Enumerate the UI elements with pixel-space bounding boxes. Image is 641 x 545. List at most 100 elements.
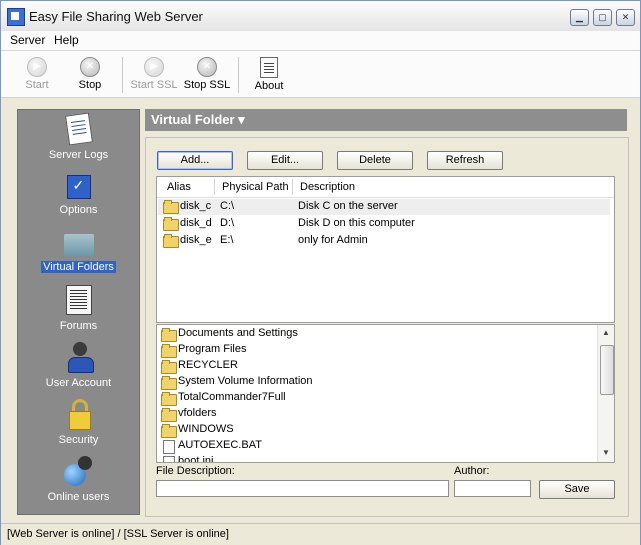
save-button[interactable]: Save [539, 480, 615, 499]
menu-server[interactable]: Server [10, 33, 45, 47]
list-item-label: WINDOWS [178, 423, 234, 435]
toolbar-separator [122, 57, 123, 93]
list-item-label: vfolders [178, 407, 217, 419]
sidebar-item-label: User Account [45, 377, 112, 389]
column-header-description[interactable]: Description [300, 181, 355, 193]
status-text: [Web Server is online] / [SSL Server is … [7, 528, 229, 540]
title-bar: Easy File Sharing Web Server ▁ ▢ ✕ [1, 1, 640, 31]
play-icon: ▶ [27, 57, 47, 77]
folder-icon [161, 360, 177, 374]
list-item[interactable]: System Volume Information [161, 374, 591, 390]
list-item-label: Documents and Settings [178, 327, 298, 339]
list-item-label: AUTOEXEC.BAT [178, 439, 262, 451]
online-users-icon [63, 456, 94, 486]
column-header-alias[interactable]: Alias [167, 181, 191, 193]
toolbar-separator [238, 57, 239, 93]
list-item-label: Program Files [178, 343, 247, 355]
file-icon [163, 456, 175, 462]
menu-help[interactable]: Help [54, 33, 79, 47]
sidebar-item-online-users[interactable]: Online users [18, 456, 139, 512]
column-divider[interactable] [214, 179, 215, 195]
close-button[interactable]: ✕ [616, 9, 635, 26]
folder-icon [163, 217, 179, 231]
stop-ssl-icon: ✕ [197, 57, 217, 77]
sidebar-item-user-account[interactable]: User Account [18, 342, 139, 398]
folder-icon [161, 408, 177, 422]
start-ssl-button[interactable]: ▶ Start SSL [129, 55, 179, 95]
sidebar-item-forums[interactable]: Forums [18, 285, 139, 341]
sidebar-item-label: Forums [59, 320, 98, 332]
description-cell: only for Admin [298, 234, 368, 246]
refresh-button[interactable]: Refresh [427, 151, 503, 170]
sidebar-item-label: Virtual Folders [41, 261, 116, 273]
author-label: Author: [454, 465, 490, 477]
file-description-label: File Description: [156, 465, 235, 477]
alias-cell: disk_c [180, 200, 212, 212]
table-row[interactable]: disk_e E:\ only for Admin [158, 233, 610, 249]
column-divider[interactable] [292, 179, 293, 195]
app-icon [7, 8, 25, 26]
edit-button[interactable]: Edit... [247, 151, 323, 170]
sidebar-item-label: Online users [47, 491, 110, 503]
description-cell: Disk C on the server [298, 200, 398, 212]
stop-label: Stop [78, 79, 102, 91]
delete-button[interactable]: Delete [337, 151, 413, 170]
security-icon [68, 399, 91, 430]
table-header: Alias Physical Path Description [157, 177, 614, 198]
scroll-thumb[interactable] [600, 345, 614, 395]
app-window: Easy File Sharing Web Server ▁ ▢ ✕ Serve… [0, 0, 641, 545]
list-item[interactable]: vfolders [161, 406, 591, 422]
start-label: Start [25, 79, 49, 91]
file-icon [163, 440, 175, 454]
vertical-scrollbar[interactable]: ▲ ▼ [597, 325, 614, 462]
server-logs-icon [64, 112, 93, 146]
virtual-folder-header[interactable]: Virtual Folder ▾ [145, 109, 627, 131]
folder-icon [163, 200, 179, 214]
page-title: Virtual Folder ▾ [151, 112, 245, 127]
path-cell: D:\ [220, 217, 235, 229]
toolbar: ▶ Start ✕ Stop ▶ Start SSL ✕ Stop SSL Ab… [1, 51, 640, 98]
scroll-down-icon[interactable]: ▼ [601, 448, 611, 458]
list-item[interactable]: boot.ini [161, 454, 591, 463]
scroll-up-icon[interactable]: ▲ [601, 328, 611, 338]
author-input[interactable] [454, 480, 531, 497]
sidebar-item-label: Options [59, 204, 98, 216]
about-document-icon [260, 57, 278, 78]
sidebar: Server Logs Options Virtual Folders Foru… [17, 109, 140, 515]
about-button[interactable]: About [244, 55, 294, 95]
window-title: Easy File Sharing Web Server [29, 9, 203, 24]
column-header-physical-path[interactable]: Physical Path [222, 181, 289, 193]
alias-cell: disk_e [180, 234, 212, 246]
file-browser-list[interactable]: Documents and Settings Program Files REC… [156, 324, 615, 463]
list-item[interactable]: AUTOEXEC.BAT [161, 438, 591, 454]
start-ssl-label: Start SSL [130, 79, 178, 91]
path-cell: E:\ [220, 234, 234, 246]
maximize-button[interactable]: ▢ [593, 9, 612, 26]
list-item-label: boot.ini [178, 455, 214, 463]
sidebar-item-label: Server Logs [48, 149, 109, 161]
sidebar-item-security[interactable]: Security [18, 399, 139, 455]
folder-icon [163, 234, 179, 248]
list-item[interactable]: WINDOWS [161, 422, 591, 438]
start-button[interactable]: ▶ Start [12, 55, 62, 95]
folder-icon [161, 424, 177, 438]
add-button[interactable]: Add... [157, 151, 233, 170]
sidebar-item-server-logs[interactable]: Server Logs [18, 112, 139, 170]
sidebar-item-virtual-folders[interactable]: Virtual Folders [18, 228, 139, 284]
file-description-input[interactable] [156, 480, 449, 497]
virtual-folder-table: Alias Physical Path Description disk_c C… [156, 176, 615, 323]
list-item[interactable]: RECYCLER [161, 358, 591, 374]
stop-ssl-button[interactable]: ✕ Stop SSL [182, 55, 232, 95]
list-item[interactable]: Program Files [161, 342, 591, 358]
about-label: About [254, 80, 284, 92]
description-cell: Disk D on this computer [298, 217, 415, 229]
minimize-button[interactable]: ▁ [570, 9, 589, 26]
table-row[interactable]: disk_c C:\ Disk C on the server [158, 199, 610, 215]
status-bar: [Web Server is online] / [SSL Server is … [1, 523, 640, 545]
play-ssl-icon: ▶ [144, 57, 164, 77]
sidebar-item-options[interactable]: Options [18, 171, 139, 227]
stop-button[interactable]: ✕ Stop [65, 55, 115, 95]
list-item[interactable]: TotalCommander7Full [161, 390, 591, 406]
list-item[interactable]: Documents and Settings [161, 326, 591, 342]
table-row[interactable]: disk_d D:\ Disk D on this computer [158, 216, 610, 232]
